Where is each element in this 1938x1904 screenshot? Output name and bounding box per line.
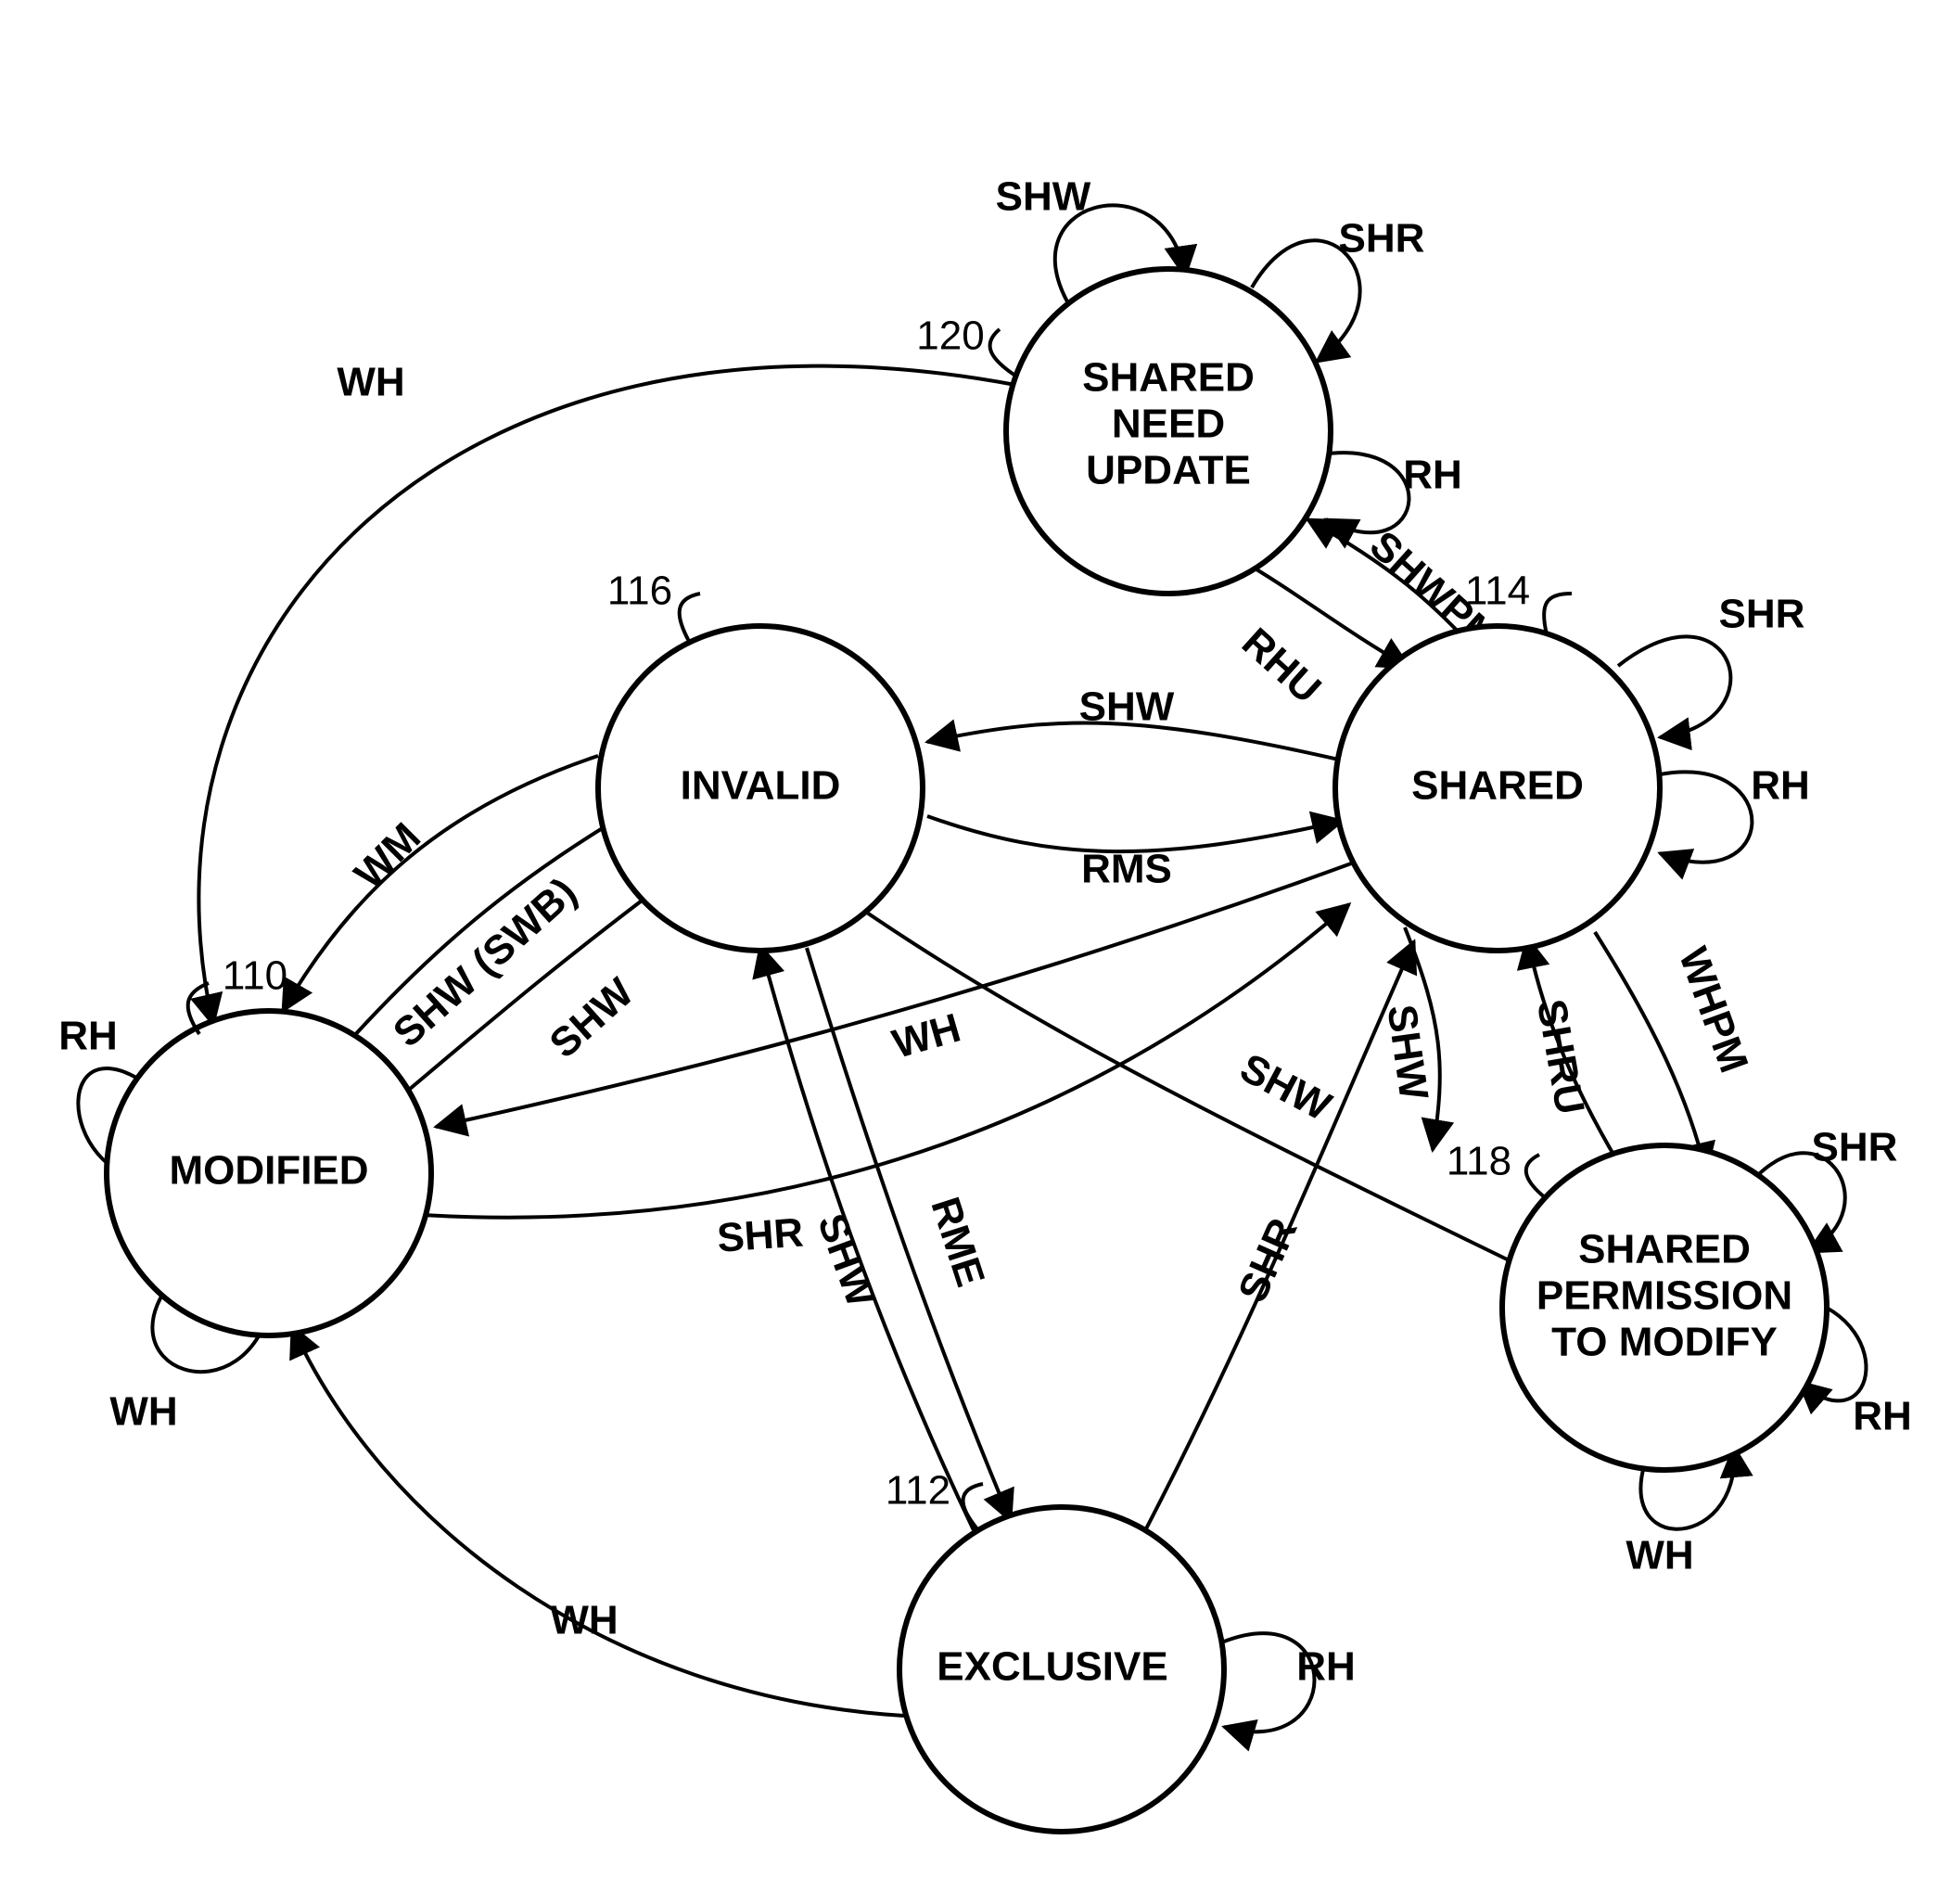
- state-shared-label: SHARED: [1411, 763, 1584, 809]
- ref-lead-118: [1526, 1155, 1546, 1198]
- state-modified: MODIFIED: [107, 1011, 431, 1335]
- state-exclusive: EXCLUSIVE: [899, 1507, 1224, 1832]
- state-shared: SHARED: [1335, 626, 1660, 951]
- label-rme: RME: [922, 1192, 993, 1292]
- state-shared-need-update: SHARED NEED UPDATE: [1006, 269, 1331, 594]
- state-spm-label-3: TO MODIFY: [1551, 1320, 1778, 1365]
- ref-116: 116: [607, 569, 672, 614]
- label-wh2: WH: [1626, 1533, 1693, 1578]
- ref-lead-112: [963, 1484, 983, 1530]
- label-shw-spm: SHW: [1378, 1002, 1436, 1103]
- label-shr3: SHR: [1339, 216, 1425, 262]
- state-spm-label-1: SHARED: [1578, 1227, 1751, 1272]
- ref-118: 118: [1447, 1139, 1511, 1184]
- ref-114: 114: [1465, 569, 1530, 614]
- state-snu-label-1: SHARED: [1082, 355, 1255, 401]
- label-wm: WM: [346, 814, 429, 898]
- ref-120: 120: [916, 313, 984, 359]
- label-rh3: RH: [1751, 763, 1810, 809]
- loop-shared-rh: [1660, 772, 1752, 862]
- label-rhu: RHU: [1233, 620, 1330, 712]
- ref-lead-120: [990, 329, 1015, 376]
- label-whpm: WHPM: [1670, 941, 1757, 1079]
- loop-snu-rh: [1321, 453, 1409, 532]
- label-wh: WH: [109, 1389, 177, 1435]
- label-shw-short: SHW: [542, 969, 643, 1067]
- state-snu-label-3: UPDATE: [1086, 448, 1251, 493]
- ref-110: 110: [223, 953, 287, 999]
- label-rh4: RH: [1853, 1394, 1912, 1439]
- label-wh4: WH: [550, 1598, 618, 1643]
- edge-modified-to-shared: [422, 904, 1349, 1218]
- label-shru: SHRU: [1528, 996, 1593, 1118]
- label-rh2: RH: [1296, 1644, 1356, 1690]
- label-shr5: SHR: [1230, 1211, 1307, 1309]
- label-shw3: SHW: [1079, 684, 1175, 730]
- label-rh: RH: [58, 1014, 118, 1059]
- label-rms: RMS: [1081, 847, 1172, 892]
- state-diagram: RH WH RH RH SHR RH WH SHR RH SHR SHW WH …: [0, 0, 1938, 1904]
- label-wh-arc: WH: [337, 360, 404, 405]
- state-spm-label-2: PERMISSION: [1536, 1273, 1792, 1319]
- state-snu-label-2: NEED: [1112, 402, 1225, 447]
- state-invalid: INVALID: [598, 626, 923, 951]
- label-rh5: RH: [1403, 453, 1462, 498]
- ref-lead-114: [1544, 594, 1572, 634]
- edge-exclusive-to-modified: [292, 1326, 904, 1716]
- ref-112: 112: [886, 1468, 950, 1514]
- label-shw: SHW: [996, 174, 1091, 220]
- state-modified-label: MODIFIED: [169, 1148, 368, 1194]
- state-shared-permission-to-modify: SHARED PERMISSION TO MODIFY: [1502, 1145, 1827, 1470]
- label-shw2: SHW: [1233, 1045, 1339, 1131]
- label-shr: SHR: [1719, 592, 1805, 637]
- label-shw4: SHW: [809, 1208, 884, 1313]
- state-exclusive-label: EXCLUSIVE: [937, 1644, 1167, 1690]
- label-shr4: SHR: [716, 1209, 805, 1260]
- label-wh3: WH: [887, 1005, 965, 1067]
- state-invalid-label: INVALID: [681, 763, 841, 809]
- label-shr2: SHR: [1812, 1125, 1898, 1170]
